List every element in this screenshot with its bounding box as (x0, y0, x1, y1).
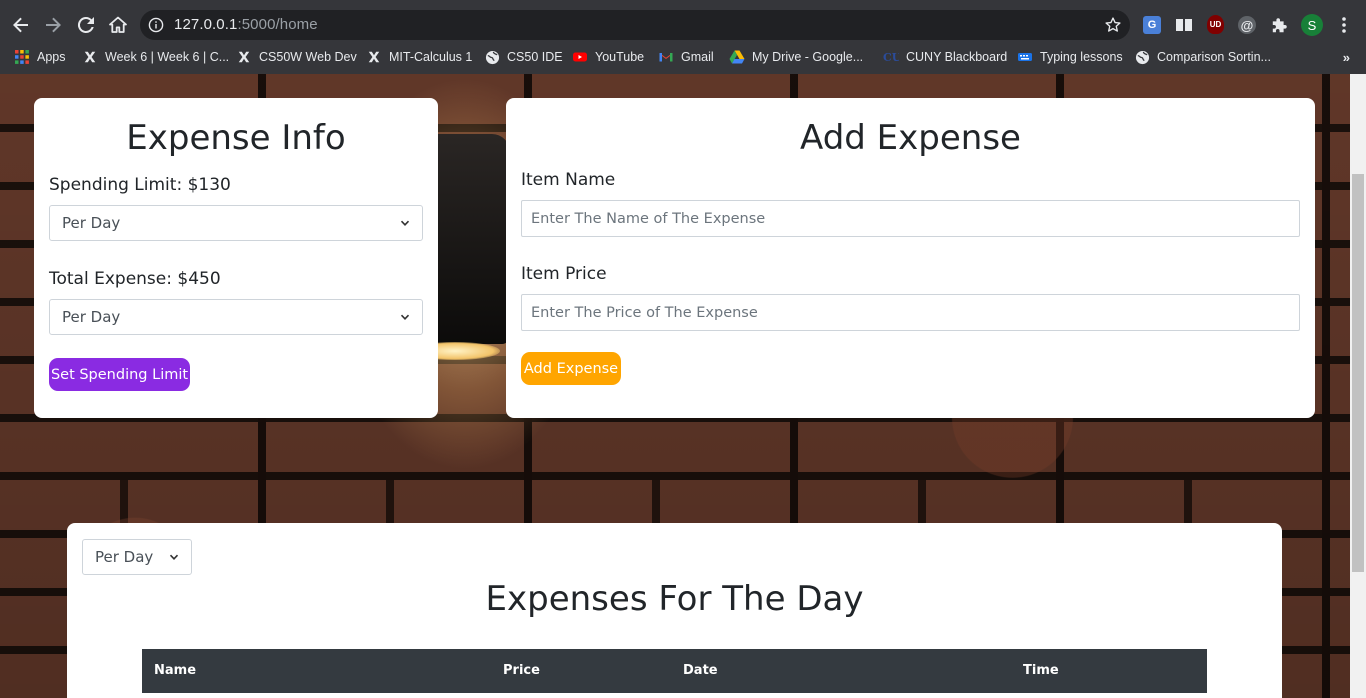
column-header-name: Name (154, 663, 197, 678)
expense-info-card: Expense Info Spending Limit: $130 Per Da… (34, 98, 438, 418)
edx-x-icon (82, 49, 98, 65)
bookmark-label: CS50W Web Dev (259, 50, 357, 64)
select-value: Per Day (95, 548, 154, 566)
select-value: Per Day (62, 308, 121, 326)
bookmark-typing-lessons[interactable]: Typing lessons (1017, 48, 1123, 66)
bookmark-label: Comparison Sortin... (1157, 50, 1271, 64)
bookmark-label: Gmail (681, 50, 714, 64)
chevron-down-icon (400, 314, 410, 320)
item-price-label: Item Price (521, 264, 607, 284)
gmail-icon (658, 49, 674, 65)
expenses-list-title: Expenses For The Day (485, 579, 864, 619)
column-header-price: Price (503, 663, 540, 678)
bookmark-gmail[interactable]: Gmail (658, 48, 714, 66)
site-info-icon[interactable] (148, 17, 164, 33)
bookmark-youtube[interactable]: YouTube (572, 48, 644, 66)
bookmark-cs50w[interactable]: CS50W Web Dev (236, 48, 357, 66)
expense-info-title: Expense Info (126, 118, 346, 158)
bookmark-label: Apps (37, 50, 66, 64)
cuny-icon: CU (883, 49, 899, 65)
item-name-label: Item Name (521, 170, 616, 190)
reload-icon[interactable] (73, 12, 99, 38)
address-bar[interactable]: 127.0.0.1:5000/home (140, 10, 1130, 40)
column-header-date: Date (683, 663, 718, 678)
expenses-list-card: Per Day Expenses For The Day Name Price … (67, 523, 1282, 698)
add-expense-title: Add Expense (800, 118, 1021, 158)
spending-limit-label: Spending Limit: $130 (49, 175, 231, 195)
reader-extension-icon[interactable] (1174, 15, 1194, 35)
add-expense-button[interactable]: Add Expense (521, 352, 621, 385)
bookmark-label: CS50 IDE (507, 50, 563, 64)
page-viewport: Expense Info Spending Limit: $130 Per Da… (0, 74, 1350, 698)
chevron-down-icon (400, 220, 410, 226)
item-name-input[interactable]: Enter The Name of The Expense (521, 200, 1300, 237)
ublock-extension-icon[interactable]: UD (1207, 15, 1224, 34)
home-icon[interactable] (105, 12, 131, 38)
globe-icon (484, 49, 500, 65)
at-extension-icon[interactable]: @ (1238, 16, 1256, 34)
bookmark-mit-calculus[interactable]: MIT-Calculus 1 (366, 48, 472, 66)
bookmark-label: YouTube (595, 50, 645, 64)
browser-menu-icon[interactable] (1336, 15, 1352, 35)
forward-icon[interactable] (40, 12, 66, 38)
google-drive-icon (729, 49, 745, 65)
page-scrollbar[interactable] (1350, 74, 1366, 698)
translate-extension-icon[interactable]: G (1143, 16, 1161, 34)
bookmark-comparison-sorting[interactable]: Comparison Sortin... (1134, 48, 1271, 66)
total-expense-period-select[interactable]: Per Day (49, 299, 423, 335)
spending-limit-period-select[interactable]: Per Day (49, 205, 423, 241)
back-icon[interactable] (8, 12, 34, 38)
bookmark-cs50-ide[interactable]: CS50 IDE (484, 48, 563, 66)
bookmark-google-drive[interactable]: My Drive - Google... (729, 48, 863, 66)
expenses-table-header: Name Price Date Time (142, 649, 1207, 693)
svg-text:CU: CU (883, 51, 899, 64)
bookmark-star-icon[interactable] (1104, 16, 1122, 34)
url-path: :5000/home (237, 16, 318, 33)
url-text: 127.0.0.1:5000/home (174, 16, 318, 33)
bookmark-label: CUNY Blackboard (906, 50, 1008, 64)
item-price-input[interactable]: Enter The Price of The Expense (521, 294, 1300, 331)
add-expense-card: Add Expense Item Name Enter The Name of … (506, 98, 1315, 418)
edx-x-icon (366, 49, 382, 65)
extensions-puzzle-icon[interactable] (1270, 15, 1290, 35)
typing-keyboard-icon (1017, 49, 1033, 65)
bookmark-label: Typing lessons (1040, 50, 1123, 64)
bookmark-week6[interactable]: Week 6 | Week 6 | C... (82, 48, 229, 66)
bookmark-label: MIT-Calculus 1 (389, 50, 473, 64)
total-expense-label: Total Expense: $450 (49, 269, 221, 289)
bookmark-apps[interactable]: Apps (14, 48, 66, 66)
scrollbar-thumb[interactable] (1352, 174, 1364, 572)
column-header-time: Time (1023, 663, 1059, 678)
youtube-icon (572, 49, 588, 65)
bookmark-label: Week 6 | Week 6 | C... (105, 50, 230, 64)
url-host: 127.0.0.1 (174, 16, 238, 33)
select-value: Per Day (62, 214, 121, 232)
profile-avatar[interactable]: S (1301, 14, 1323, 36)
set-spending-limit-button[interactable]: Set Spending Limit (49, 358, 190, 391)
bookmarks-bar: Apps Week 6 | Week 6 | C... CS50W Web De… (0, 40, 1366, 74)
chevron-down-icon (169, 554, 179, 560)
bookmark-cuny-blackboard[interactable]: CU CUNY Blackboard (883, 48, 1007, 66)
globe-icon (1134, 49, 1150, 65)
bookmarks-overflow-chevron[interactable]: » (1343, 50, 1350, 65)
bookmark-label: My Drive - Google... (752, 50, 864, 64)
expenses-period-select[interactable]: Per Day (82, 539, 192, 575)
apps-grid-icon (14, 49, 30, 65)
edx-x-icon (236, 49, 252, 65)
